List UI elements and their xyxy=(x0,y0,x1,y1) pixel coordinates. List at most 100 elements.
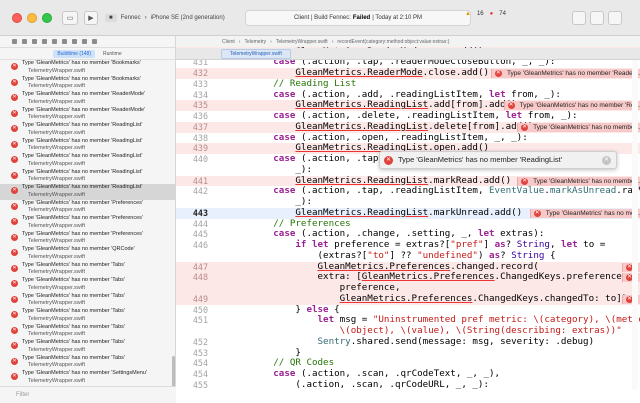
line-number: 440 xyxy=(192,154,208,164)
code-line[interactable]: 443 GleanMetrics.ReadingList.markUnread.… xyxy=(176,207,640,219)
issue-message: Type 'GleanMetrics' has no member 'Tabs' xyxy=(22,292,125,299)
report-icon[interactable] xyxy=(92,39,97,44)
inline-error[interactable]: ✕ Type 'GleanMetrics' has no membe... xyxy=(517,122,640,132)
activity-viewer: Client | Build Fennec: Failed | Today at… xyxy=(245,10,471,26)
folder-icon[interactable] xyxy=(12,39,17,44)
tab-telemetry-wrapper[interactable]: TelemetryWrapper.swift xyxy=(221,49,291,59)
issue-row[interactable]: ✕ Type 'GleanMetrics' has no member 'Tabs… xyxy=(0,339,175,355)
issue-badges[interactable]: ▲ 16 ● 74 xyxy=(465,11,506,17)
issue-row[interactable]: ✕ Type 'GleanMetrics' has no member 'Tabs… xyxy=(0,355,175,371)
issue-message: Type 'GleanMetrics' has no member 'Tabs' xyxy=(22,339,125,345)
error-icon: ✕ xyxy=(11,264,18,272)
code-line[interactable]: 455 (.action, .scan, .qrCodeURL, _, _): xyxy=(176,379,640,391)
issue-row[interactable]: ✕ Type 'GleanMetrics' has no member 'Pref… xyxy=(0,231,175,247)
issue-file: TelemetryWrapper.swift xyxy=(28,238,86,244)
issue-message: Type 'GleanMetrics' has no member 'Readi… xyxy=(22,122,143,128)
error-icon: ✕ xyxy=(11,187,18,194)
debug-icon[interactable] xyxy=(72,39,77,44)
line-number: 435 xyxy=(192,100,208,111)
issue-row[interactable]: ✕ Type 'GleanMetrics' has no member 'Tabs… xyxy=(0,293,175,309)
issue-file: TelemetryWrapper.swift xyxy=(28,160,86,167)
code-editor[interactable]: 430 GleanMetrics.ReaderMode.open.add()✕T… xyxy=(176,44,640,390)
issue-file: TelemetryWrapper.swift xyxy=(28,300,86,306)
error-count: 74 xyxy=(499,11,506,17)
inline-error[interactable]: ✕ Type 'GleanMetrics' has no membe... xyxy=(517,176,640,186)
inline-error[interactable]: ✕ Type 'GleanMetrics' has no member 'Re..… xyxy=(503,101,640,111)
toggle-navigator-button[interactable]: ▭ xyxy=(62,11,78,25)
find-icon[interactable] xyxy=(42,39,47,44)
inline-error-text: Type 'GleanMetrics' has no member 'Reade… xyxy=(506,70,640,77)
issue-row[interactable]: ✕ Type 'GleanMetrics' has no member 'Read… xyxy=(0,91,175,107)
sidebar-icon: ▭ xyxy=(66,15,74,22)
issue-message: Type 'GleanMetrics' has no member 'Prefe… xyxy=(22,215,143,221)
scheme-device: iPhone SE (2nd generation) xyxy=(150,15,225,21)
code-line[interactable]: 437 GleanMetrics.ReadingList.delete[from… xyxy=(176,121,640,133)
code-text: GleanMetrics.Preferences.ChangedKeys.cha… xyxy=(339,292,628,304)
issue-list: ✕ Type 'GleanMetrics' has no member 'Book… xyxy=(0,60,175,385)
issue-row[interactable]: ✕ Type 'GleanMetrics' has no member 'Tabs… xyxy=(0,262,175,278)
issue-icon[interactable] xyxy=(52,39,57,44)
run-button[interactable]: ▶ xyxy=(84,11,98,25)
issue-row[interactable]: ✕ Type 'GleanMetrics' has no member 'Read… xyxy=(0,169,175,185)
code-line[interactable]: 449 GleanMetrics.Preferences.ChangedKeys… xyxy=(176,292,640,305)
tab-buildtime[interactable]: Buildtime (148) xyxy=(53,49,95,58)
editor-scrollbar[interactable] xyxy=(632,60,638,390)
error-icon: ✕ xyxy=(11,326,18,334)
issue-message: Type 'GleanMetrics' has no member 'Tabs' xyxy=(22,308,125,314)
issue-row[interactable]: ✕ Type 'GleanMetrics' has no member 'Read… xyxy=(0,122,175,138)
minimize-window-button[interactable] xyxy=(27,13,37,23)
line-number: 450 xyxy=(192,304,208,315)
test-icon[interactable] xyxy=(62,39,67,44)
error-icon: ✕ xyxy=(521,177,529,185)
toggle-debug-area-button[interactable] xyxy=(608,11,622,25)
code-text: Sentry.shared.send(message: msg, severit… xyxy=(317,335,595,347)
issue-row[interactable]: ✕ Type 'GleanMetrics' has no member 'Sett… xyxy=(0,370,175,385)
issue-file: TelemetryWrapper.swift xyxy=(28,253,86,260)
source-control-icon[interactable] xyxy=(22,39,27,44)
build-status: Failed xyxy=(352,15,371,21)
error-icon: ✕ xyxy=(11,202,18,210)
issue-row[interactable]: ✕ Type 'GleanMetrics' has no member 'Read… xyxy=(0,153,175,169)
toggle-inspectors-button[interactable] xyxy=(590,11,604,25)
issue-message: Type 'GleanMetrics' has no member 'Reade… xyxy=(22,106,146,113)
issue-file: TelemetryWrapper.swift xyxy=(28,284,86,291)
issue-message: Type 'GleanMetrics' has no member 'Bookm… xyxy=(22,60,141,66)
issue-row[interactable]: ✕ Type 'GleanMetrics' has no member 'Tabs… xyxy=(0,277,175,293)
inline-error[interactable]: ✕ Type 'GleanMetrics' has no member 'Read… xyxy=(490,69,640,78)
inline-error[interactable]: ✕ Type 'GleanMetrics' has no me... xyxy=(529,208,640,218)
issue-row[interactable]: ✕ Type 'GleanMetrics' has no member 'Read… xyxy=(0,107,175,123)
issue-message: Type 'GleanMetrics' has no member 'Tabs' xyxy=(22,261,125,268)
issue-row[interactable]: ✕ Type 'GleanMetrics' has no member 'Read… xyxy=(0,138,175,154)
error-icon: ✕ xyxy=(533,209,541,217)
issue-file: TelemetryWrapper.swift xyxy=(28,331,86,337)
line-number: 452 xyxy=(192,336,208,347)
error-icon: ✕ xyxy=(11,63,18,70)
error-icon: ✕ xyxy=(11,125,18,132)
close-window-button[interactable] xyxy=(12,13,22,23)
error-icon: ✕ xyxy=(521,123,529,131)
scheme-selector[interactable]: ■ Fennec › iPhone SE (2nd generation) xyxy=(105,11,225,25)
issue-row[interactable]: ✕ Type 'GleanMetrics' has no member 'Book… xyxy=(0,60,175,76)
symbol-icon[interactable] xyxy=(32,39,37,44)
issue-file: TelemetryWrapper.swift xyxy=(28,114,86,120)
tab-runtime[interactable]: Runtime xyxy=(103,51,122,57)
zoom-window-button[interactable] xyxy=(42,13,52,23)
issue-row[interactable]: ✕ Type 'GleanMetrics' has no member 'QRCo… xyxy=(0,246,175,262)
issue-message: Type 'GleanMetrics' has no member 'Tabs' xyxy=(22,277,125,283)
filter-field[interactable]: Filter xyxy=(0,386,176,403)
issue-message: Type 'GleanMetrics' has no member 'Tabs' xyxy=(22,323,125,330)
line-number: 441 xyxy=(192,175,208,186)
close-icon[interactable]: ✕ xyxy=(602,156,611,165)
code-line[interactable]: 452 Sentry.shared.send(message: msg, sev… xyxy=(176,335,640,348)
code-line[interactable]: 433 // Reading List xyxy=(176,78,640,90)
library-button[interactable] xyxy=(572,11,586,25)
issue-row[interactable]: ✕ Type 'GleanMetrics' has no member 'Tabs… xyxy=(0,308,175,324)
line-number: 449 xyxy=(192,293,208,304)
line-number: 444 xyxy=(192,218,208,229)
issue-row[interactable]: ✕ Type 'GleanMetrics' has no member 'Read… xyxy=(0,184,175,200)
breakpoint-icon[interactable] xyxy=(82,39,87,44)
issue-row[interactable]: ✕ Type 'GleanMetrics' has no member 'Pref… xyxy=(0,200,175,216)
issue-row[interactable]: ✕ Type 'GleanMetrics' has no member 'Pref… xyxy=(0,215,175,231)
issue-row[interactable]: ✕ Type 'GleanMetrics' has no member 'Book… xyxy=(0,76,175,92)
issue-row[interactable]: ✕ Type 'GleanMetrics' has no member 'Tabs… xyxy=(0,324,175,340)
